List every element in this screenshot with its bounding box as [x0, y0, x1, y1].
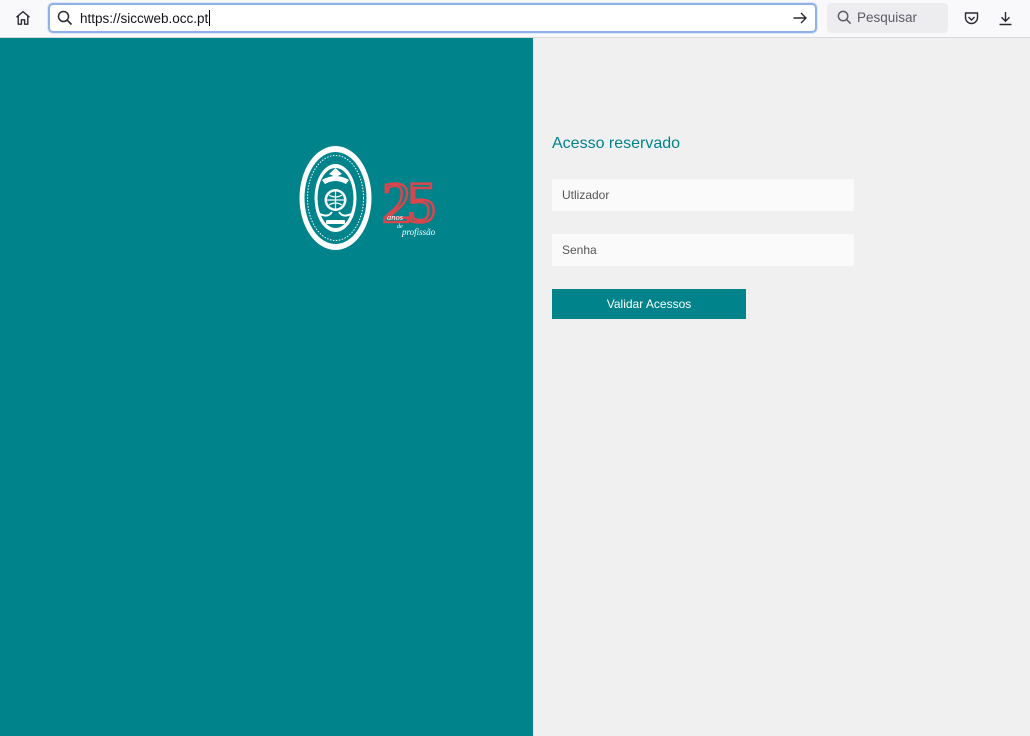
login-heading: Acesso reservado	[552, 135, 681, 152]
download-button[interactable]	[991, 4, 1019, 32]
25-years-logo: 25 anos de profissão	[381, 169, 440, 237]
occ-seal-logo	[299, 146, 372, 250]
url-value: https://siccweb.occ.pt	[80, 11, 209, 26]
browser-toolbar: https://siccweb.occ.pt Pesquisar	[0, 0, 1030, 38]
logo-text-profissao: profissão	[401, 227, 436, 237]
validate-access-button[interactable]: Validar Acessos	[552, 289, 746, 319]
search-box[interactable]: Pesquisar	[827, 3, 948, 33]
home-button[interactable]	[9, 4, 37, 32]
pocket-icon	[964, 11, 978, 24]
search-placeholder: Pesquisar	[857, 10, 918, 25]
pocket-button[interactable]	[957, 4, 985, 32]
download-icon	[999, 11, 1011, 25]
url-bar[interactable]: https://siccweb.occ.pt	[48, 3, 817, 33]
search-icon	[57, 10, 73, 26]
arrow-right-icon[interactable]	[791, 9, 809, 27]
home-icon	[16, 10, 30, 25]
password-field[interactable]	[552, 234, 854, 266]
username-field[interactable]	[552, 179, 854, 211]
search-icon	[837, 10, 852, 25]
logo-number: 25	[382, 170, 434, 235]
logo-text-anos: anos	[387, 212, 404, 222]
brand-panel	[0, 38, 533, 736]
text-caret	[209, 10, 211, 26]
url-text: https://siccweb.occ.pt	[80, 10, 211, 26]
